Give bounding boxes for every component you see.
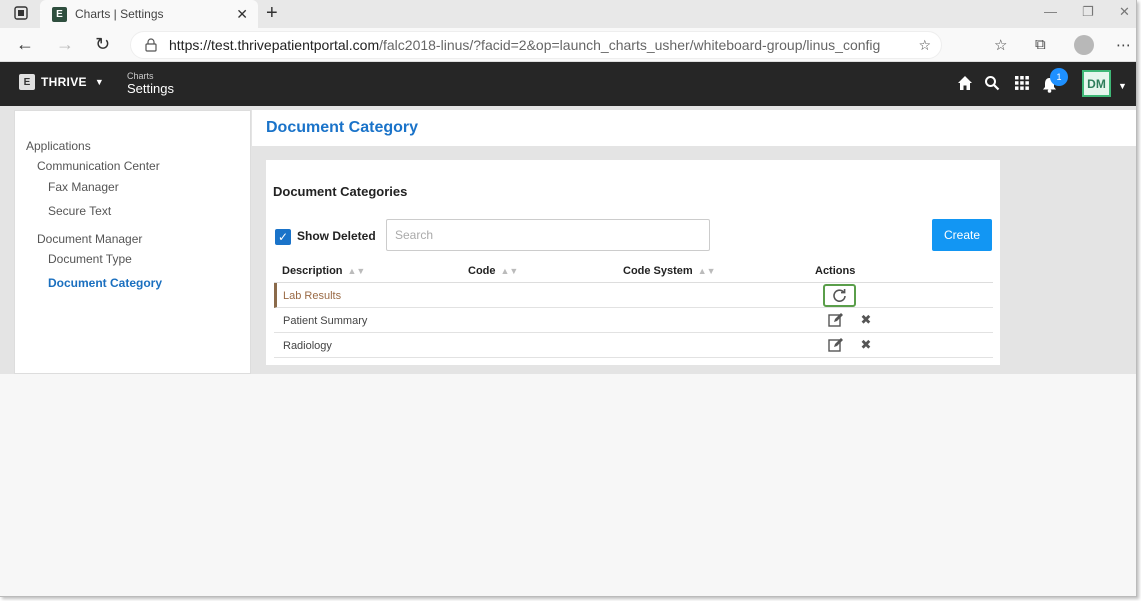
brand-menu[interactable]: E THRIVE ▼ xyxy=(19,74,104,90)
url-text: https://test.thrivepatientportal.com/fal… xyxy=(169,37,881,53)
page-header: Document Category xyxy=(252,110,1136,146)
column-header-code-system[interactable]: Code System ▲▼ xyxy=(623,265,716,277)
close-window-icon[interactable]: ✕ xyxy=(1119,4,1130,20)
tab-actions-icon[interactable] xyxy=(13,5,29,21)
sidebar-item-fax-manager[interactable]: Fax Manager xyxy=(48,180,119,194)
chevron-down-icon[interactable]: ▼ xyxy=(1118,81,1127,91)
column-header-description[interactable]: Description ▲▼ xyxy=(282,265,365,277)
search-input[interactable] xyxy=(386,219,710,251)
sidebar-item-secure-text[interactable]: Secure Text xyxy=(48,204,111,218)
home-icon[interactable] xyxy=(957,75,973,91)
thrive-favicon-icon: E xyxy=(52,6,67,22)
breadcrumb-module: Charts xyxy=(127,71,154,81)
more-options-icon[interactable]: ⋯ xyxy=(1116,36,1131,54)
row-description: Patient Summary xyxy=(283,315,368,327)
sort-icon[interactable]: ▲▼ xyxy=(698,266,716,276)
thrive-logo-icon: E xyxy=(19,74,35,90)
avatar[interactable]: DM xyxy=(1082,70,1111,97)
browser-toolbar: ← → ↻ https://test.thrivepatientportal.c… xyxy=(0,28,1136,62)
show-deleted-checkbox[interactable]: ✓ xyxy=(275,229,291,245)
chevron-down-icon: ▼ xyxy=(94,77,104,87)
minimize-icon[interactable]: — xyxy=(1044,4,1057,19)
notification-badge: 1 xyxy=(1050,68,1068,86)
apps-grid-icon[interactable] xyxy=(1015,76,1029,90)
collections-icon[interactable]: ⧉ xyxy=(1035,36,1046,53)
restore-button[interactable] xyxy=(823,284,856,307)
table-row: Radiology ✖ xyxy=(274,333,993,358)
column-header-code[interactable]: Code ▲▼ xyxy=(468,265,518,277)
row-description: Lab Results xyxy=(283,290,342,302)
show-deleted-label[interactable]: Show Deleted xyxy=(297,229,376,243)
sidebar-item-document-manager[interactable]: Document Manager xyxy=(37,232,142,246)
sort-icon[interactable]: ▲▼ xyxy=(501,266,519,276)
sidebar-item-document-type[interactable]: Document Type xyxy=(48,252,132,266)
tab-title: Charts | Settings xyxy=(75,7,164,21)
settings-sidebar: Applications Communication Center Fax Ma… xyxy=(14,110,251,374)
delete-icon[interactable]: ✖ xyxy=(858,312,874,328)
back-icon[interactable]: ← xyxy=(16,35,34,53)
sidebar-item-communication-center[interactable]: Communication Center xyxy=(37,159,160,173)
sort-icon[interactable]: ▲▼ xyxy=(348,266,366,276)
forward-icon[interactable]: → xyxy=(56,35,74,53)
close-tab-icon[interactable]: ✕ xyxy=(236,6,248,23)
create-button[interactable]: Create xyxy=(932,219,992,251)
address-bar[interactable]: https://test.thrivepatientportal.com/fal… xyxy=(130,31,942,59)
table-row: Patient Summary ✖ xyxy=(274,308,993,333)
lock-icon xyxy=(145,38,157,52)
edit-icon[interactable] xyxy=(828,312,844,328)
restore-icon xyxy=(833,289,846,302)
sidebar-item-applications[interactable]: Applications xyxy=(26,139,91,153)
browser-profile-icon[interactable] xyxy=(1074,35,1094,55)
row-description: Radiology xyxy=(283,340,332,352)
app-header: E THRIVE ▼ Charts Settings 1 DM ▼ xyxy=(0,62,1136,106)
sidebar-item-document-category[interactable]: Document Category xyxy=(48,276,162,290)
favorites-icon[interactable]: ☆ xyxy=(994,36,1007,54)
tab-strip: E Charts | Settings ✕ + — ❐ ✕ xyxy=(0,0,1136,28)
delete-icon[interactable]: ✖ xyxy=(858,337,874,353)
document-categories-panel: Document Categories ✓ Show Deleted Creat… xyxy=(266,160,1000,365)
page-title: Document Category xyxy=(266,119,419,136)
search-icon[interactable] xyxy=(984,75,1000,91)
panel-title: Document Categories xyxy=(273,184,408,199)
brand-name: THRIVE xyxy=(41,75,87,89)
browser-window: E Charts | Settings ✕ + — ❐ ✕ ← → ↻ http… xyxy=(0,0,1137,597)
restore-window-icon[interactable]: ❐ xyxy=(1082,4,1094,20)
column-header-actions: Actions xyxy=(815,265,856,277)
table-row: Lab Results xyxy=(274,283,993,308)
new-tab-icon[interactable]: + xyxy=(266,3,278,23)
edit-icon[interactable] xyxy=(828,337,844,353)
breadcrumb: Charts Settings xyxy=(127,71,174,97)
page-footer-area xyxy=(0,374,1136,596)
breadcrumb-page: Settings xyxy=(127,81,174,96)
refresh-icon[interactable]: ↻ xyxy=(95,35,110,53)
browser-tab[interactable]: E Charts | Settings ✕ xyxy=(40,0,258,28)
favorite-star-icon[interactable]: ☆ xyxy=(918,37,931,54)
